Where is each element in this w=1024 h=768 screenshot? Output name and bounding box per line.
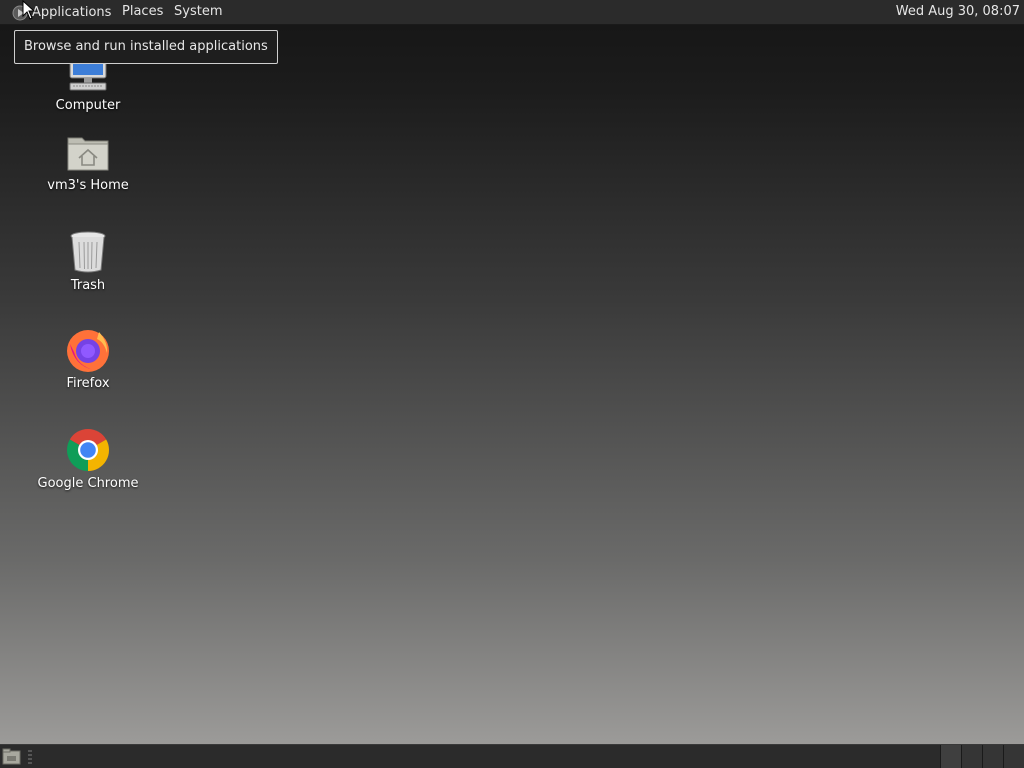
clock[interactable]: Wed Aug 30, 08:07	[890, 0, 1020, 25]
trash-icon	[70, 231, 106, 273]
bottom-panel	[0, 744, 1024, 768]
desktop-icon-firefox[interactable]: Firefox	[28, 326, 148, 391]
applications-tooltip: Browse and run installed applications	[14, 30, 278, 64]
system-menu[interactable]: System	[168, 0, 228, 25]
desktop-icon-label: Firefox	[66, 376, 110, 391]
workspace-switcher[interactable]	[940, 745, 1024, 768]
workspace-2[interactable]	[961, 745, 982, 768]
applications-label: Applications	[32, 4, 112, 20]
desktop-icon-label: Computer	[55, 98, 121, 113]
workspace-1[interactable]	[940, 745, 961, 768]
desktop-icon-trash[interactable]: Trash	[28, 228, 148, 293]
desktop-icon-label: Trash	[70, 278, 106, 293]
chrome-icon	[66, 428, 110, 471]
desktop-icon-label: Google Chrome	[37, 476, 139, 491]
desktop-icon-home[interactable]: vm3's Home	[28, 128, 148, 193]
mouse-cursor-icon	[22, 0, 36, 20]
firefox-icon	[67, 330, 109, 372]
places-menu[interactable]: Places	[116, 0, 169, 25]
desktop-icon-chrome[interactable]: Google Chrome	[28, 426, 148, 491]
top-panel: Applications Places System Wed Aug 30, 0…	[0, 0, 1024, 25]
home-folder-icon	[67, 137, 109, 171]
show-desktop-icon[interactable]	[2, 748, 22, 766]
workspace-4[interactable]	[1003, 745, 1024, 768]
panel-drag-handle[interactable]	[28, 750, 32, 764]
desktop-icon-label: vm3's Home	[47, 178, 129, 193]
workspace-3[interactable]	[982, 745, 1003, 768]
